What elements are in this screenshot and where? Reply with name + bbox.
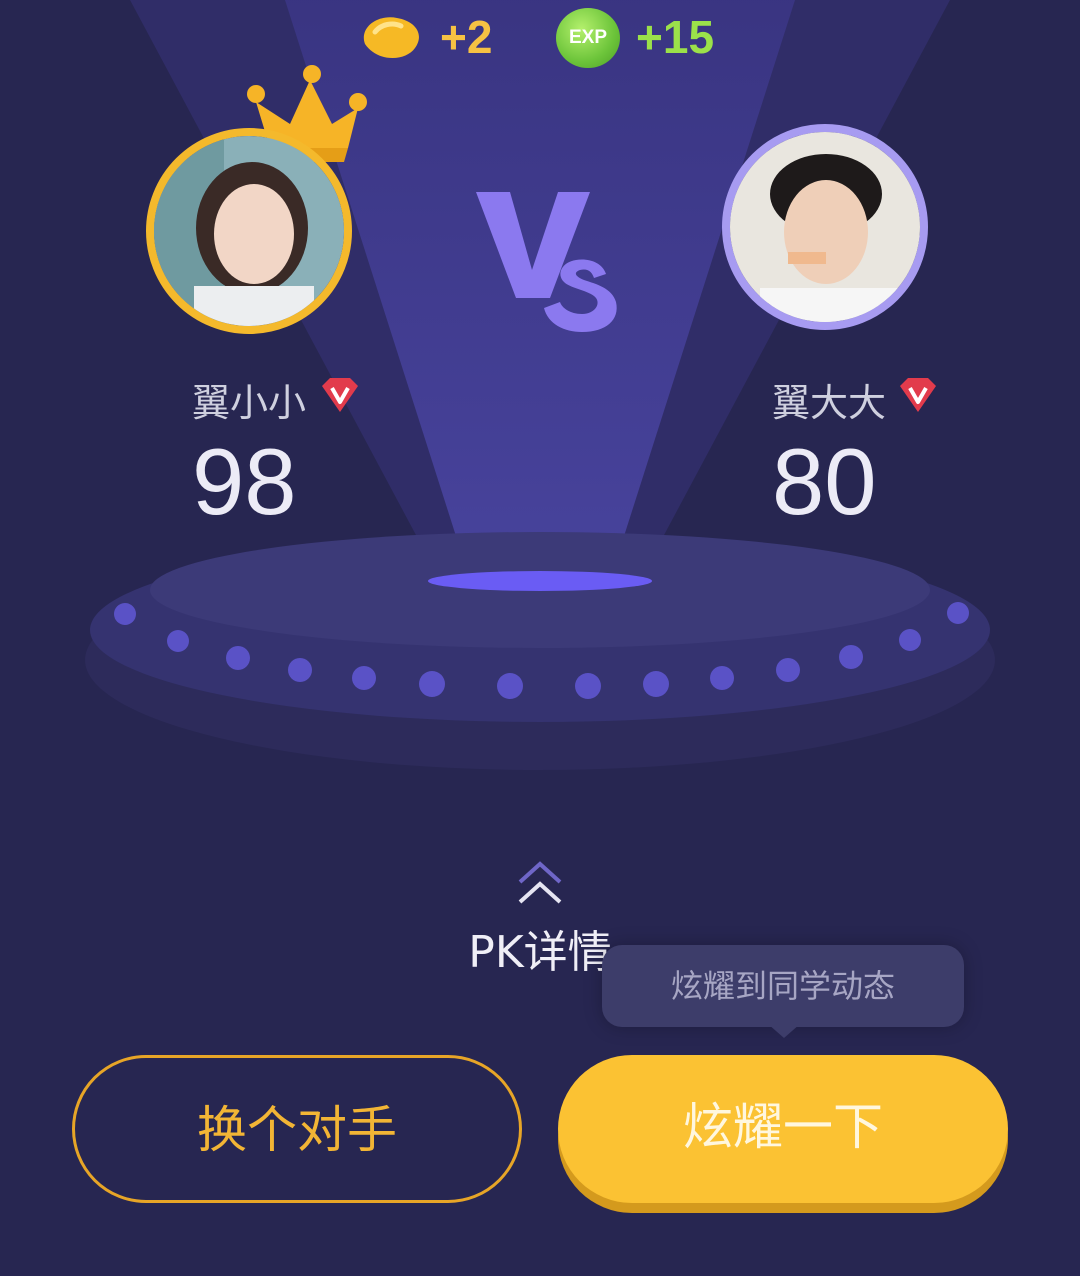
player-left-avatar[interactable] xyxy=(146,128,352,334)
chevron-up-icon[interactable] xyxy=(514,860,566,906)
player-left-score: 98 xyxy=(192,429,297,534)
platform-light xyxy=(428,571,652,591)
exp-reward-amount: +15 xyxy=(636,11,715,63)
rewards-row: +2 EXP +15 xyxy=(0,0,1080,80)
exp-icon: EXP xyxy=(556,8,620,68)
share-tooltip: 炫耀到同学动态 xyxy=(602,945,964,1027)
vs-icon xyxy=(476,192,617,332)
tooltip-tail xyxy=(768,1024,800,1038)
vip-icon xyxy=(900,378,936,412)
switch-opponent-button[interactable]: 换个对手 xyxy=(72,1055,522,1203)
player-right-name: 翼大大 xyxy=(772,381,887,425)
bean-icon xyxy=(363,17,419,59)
player-left-name: 翼小小 xyxy=(192,381,307,425)
player-right-avatar[interactable] xyxy=(722,124,928,330)
show-off-button[interactable]: 炫耀一下 xyxy=(558,1055,1008,1203)
vip-icon xyxy=(322,378,358,412)
coin-reward-amount: +2 xyxy=(440,11,493,63)
player-right-score: 80 xyxy=(772,429,877,534)
